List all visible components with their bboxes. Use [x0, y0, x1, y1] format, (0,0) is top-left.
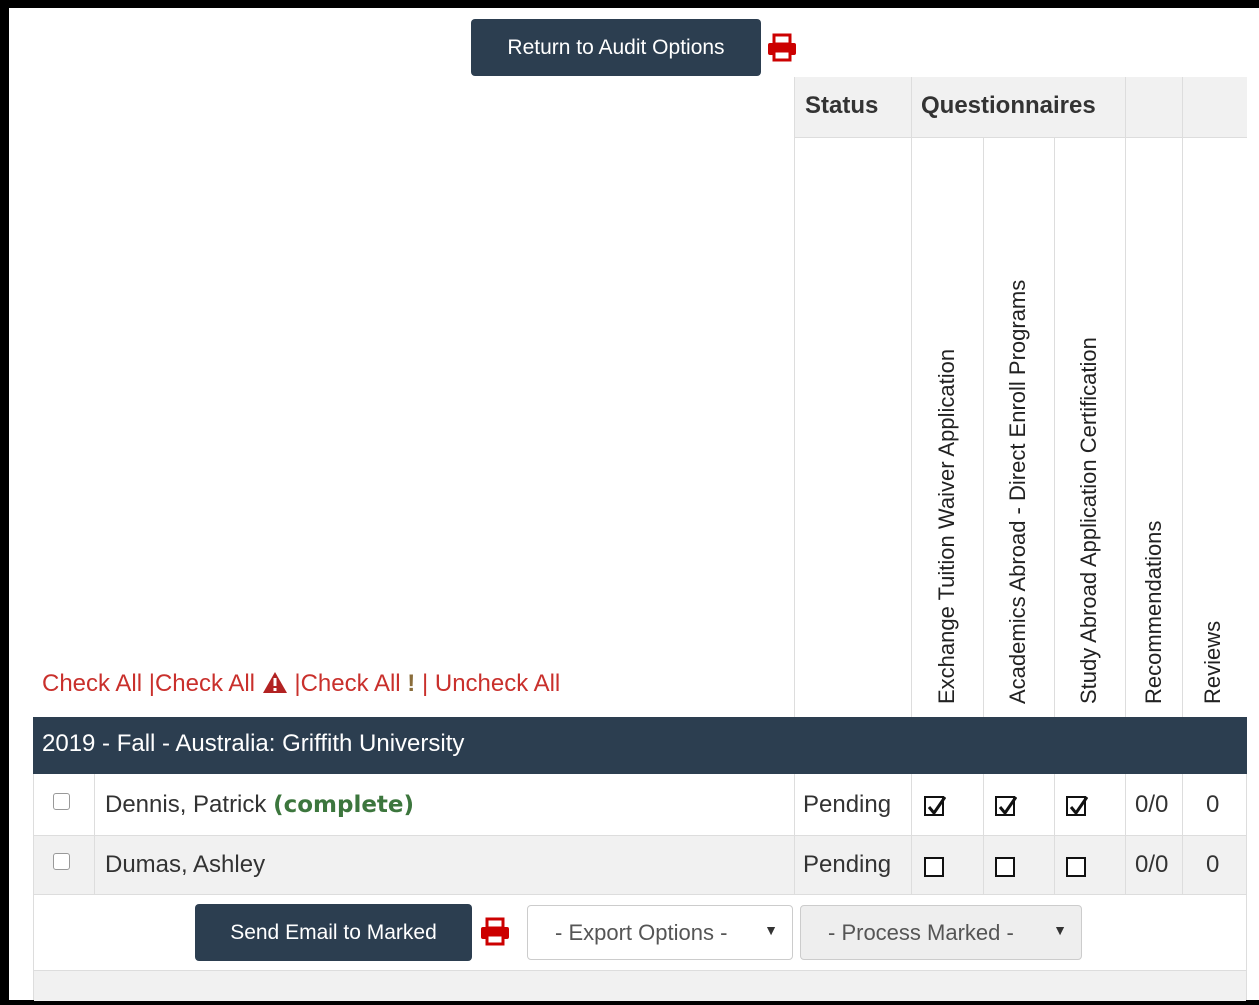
row-status: Pending [803, 791, 892, 818]
recommendations-count: 0/0 [1135, 791, 1169, 818]
table-border-right [1246, 774, 1247, 1000]
q2-checked-box [995, 796, 1017, 816]
col-divider [1182, 77, 1183, 717]
col-divider [94, 774, 95, 894]
table-border-left [33, 774, 34, 1000]
row-status: Pending [803, 851, 892, 878]
reviews-count: 0 [1206, 851, 1220, 878]
check-all-alerts-link[interactable]: Check All ! [301, 670, 416, 697]
check-all-warnings-link[interactable]: Check All [155, 670, 288, 697]
window-border-left [0, 0, 9, 1005]
export-options-select[interactable]: - Export Options - ▼ [527, 905, 793, 960]
group-header-row: 2019 - Fall - Australia: Griffith Univer… [33, 717, 1247, 774]
col-divider [1125, 774, 1126, 894]
student-name[interactable]: Dumas, Ashley [105, 851, 265, 879]
col-divider [794, 774, 795, 894]
row-divider [33, 835, 1247, 836]
recommendations-header: Recommendations [1141, 520, 1166, 704]
col-divider [794, 77, 795, 717]
chevron-down-icon: ▼ [764, 922, 778, 938]
return-to-audit-options-label: Return to Audit Options [507, 35, 725, 59]
chevron-down-icon: ▼ [1053, 922, 1067, 938]
q3-checked-box [1066, 796, 1088, 816]
reviews-count: 0 [1206, 791, 1220, 818]
col-divider [983, 137, 984, 717]
link-separator [415, 670, 422, 697]
row-select-checkbox[interactable] [53, 793, 70, 810]
print-icon[interactable] [479, 917, 511, 947]
q2-unchecked-box [995, 857, 1015, 877]
q3-unchecked-box [1066, 857, 1086, 877]
row-divider [33, 894, 1247, 895]
link-separator [142, 670, 149, 697]
study-abroad-certification-header: Study Abroad Application Certification [1076, 337, 1101, 704]
header-divider [794, 137, 1247, 138]
col-divider [911, 774, 912, 894]
group-title: 2019 - Fall - Australia: Griffith Univer… [42, 730, 465, 757]
q1-checked-box [924, 796, 946, 816]
print-icon[interactable] [766, 33, 798, 63]
col-divider [911, 77, 912, 717]
return-to-audit-options-button[interactable]: Return to Audit Options [471, 19, 761, 76]
send-email-to-marked-label: Send Email to Marked [230, 920, 437, 944]
col-divider [1125, 77, 1126, 717]
link-separator [428, 670, 435, 697]
check-all-links: Check All |Check All |Check All ! | Unch… [42, 670, 560, 698]
exchange-tuition-waiver-header: Exchange Tuition Waiver Application [934, 348, 959, 704]
export-options-value: - Export Options - [555, 920, 728, 945]
check-all-link[interactable]: Check All [42, 670, 142, 697]
row-select-checkbox[interactable] [53, 853, 70, 870]
window-border-top [0, 0, 1259, 8]
process-marked-value: - Process Marked - [828, 920, 1014, 945]
questionnaires-header: Questionnaires [921, 92, 1096, 119]
table-footer-band [34, 970, 1246, 1001]
complete-tag: (complete) [273, 792, 415, 818]
recommendations-header-top-cell [1125, 77, 1182, 137]
uncheck-all-link[interactable]: Uncheck All [435, 670, 560, 697]
send-email-to-marked-button[interactable]: Send Email to Marked [195, 904, 472, 961]
status-header: Status [805, 92, 879, 119]
process-marked-select[interactable]: - Process Marked - ▼ [800, 905, 1082, 960]
col-divider [1182, 774, 1183, 894]
student-name[interactable]: Dennis, Patrick (complete) [105, 791, 414, 819]
academics-abroad-header: Academics Abroad - Direct Enroll Program… [1005, 279, 1030, 704]
warning-icon [262, 672, 287, 693]
col-divider [1054, 137, 1055, 717]
q1-unchecked-box [924, 857, 944, 877]
recommendations-count: 0/0 [1135, 851, 1169, 878]
reviews-header: Reviews [1200, 620, 1225, 704]
col-divider [983, 774, 984, 894]
col-divider [1054, 774, 1055, 894]
reviews-header-top-cell [1182, 77, 1247, 137]
